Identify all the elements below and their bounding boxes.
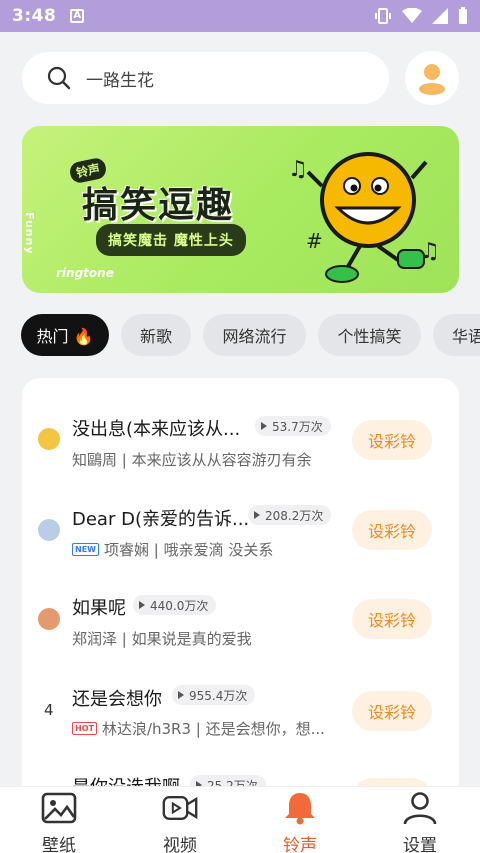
rank-number: 4 bbox=[44, 701, 54, 719]
banner-vertical-word: Funny bbox=[23, 212, 36, 255]
set-ringback-button[interactable]: 设彩铃 bbox=[352, 510, 432, 550]
tab-hot[interactable]: 热门 🔥 bbox=[21, 314, 109, 356]
set-ringback-button[interactable]: 设彩铃 bbox=[352, 599, 432, 639]
battery-icon bbox=[459, 7, 467, 24]
banner-headline: 搞笑逗趣 bbox=[82, 185, 235, 226]
play-count: 53.7万次 bbox=[255, 416, 331, 436]
silver-medal-icon bbox=[38, 519, 60, 541]
new-badge: NEW bbox=[72, 543, 99, 556]
banner-subtitle: 搞笑魔击 魔性上头 bbox=[96, 224, 246, 256]
nav-label: 铃声 bbox=[283, 836, 317, 853]
tab-funny[interactable]: 个性搞笑 bbox=[318, 314, 421, 356]
play-count: 440.0万次 bbox=[133, 595, 217, 615]
nav-video[interactable]: 视频 bbox=[135, 787, 225, 853]
search-icon bbox=[47, 66, 71, 90]
gold-medal-icon bbox=[38, 428, 60, 450]
nav-label: 视频 bbox=[163, 836, 197, 853]
ringtone-meta: 知鷗周 | 本来应该从从容容游刃有余 bbox=[72, 451, 312, 469]
bottom-nav: 壁纸 视频 铃声 设置 bbox=[0, 786, 480, 853]
ringtone-meta: NEW 项睿娴 | 哦亲爱滴 没关系 bbox=[72, 539, 273, 560]
promo-banner[interactable]: 铃声 搞笑逗趣 搞笑魔击 魔性上头 ringtone Funny ♫ # ♫ bbox=[22, 126, 459, 293]
ringtone-meta: HOT 林达浪/h3R3 | 还是会想你，想... bbox=[72, 718, 325, 739]
ringtone-title: 还是会想你 bbox=[72, 689, 162, 710]
play-count: 208.2万次 bbox=[248, 505, 332, 525]
nav-wallpaper[interactable]: 壁纸 bbox=[14, 787, 104, 853]
hot-badge: HOT bbox=[72, 722, 97, 735]
play-icon bbox=[254, 511, 260, 519]
search-bar[interactable]: 一路生花 bbox=[22, 52, 389, 104]
user-icon bbox=[403, 792, 437, 825]
wifi-icon bbox=[402, 8, 422, 23]
tab-chinese[interactable]: 华语 bbox=[433, 314, 480, 356]
signal-icon bbox=[432, 8, 448, 24]
status-icons bbox=[374, 7, 468, 25]
category-tabs: 热门 🔥 新歌 网络流行 个性搞笑 华语 bbox=[0, 314, 480, 358]
tab-internet-popular[interactable]: 网络流行 bbox=[203, 314, 306, 356]
svg-text:♫: ♫ bbox=[288, 157, 308, 182]
nav-label: 设置 bbox=[403, 836, 437, 853]
nav-label: 壁纸 bbox=[42, 836, 76, 853]
smiley-mascot-icon: ♫ # ♫ bbox=[288, 152, 440, 283]
play-icon bbox=[178, 691, 184, 699]
list-item[interactable]: Dear D(亲爱的告诉... 208.2万次 NEW 项睿娴 | 哦亲爱滴 没关… bbox=[22, 485, 459, 575]
ringtone-title: 没出息(本来应该从... bbox=[72, 419, 241, 440]
status-bar: 3:48 A bbox=[0, 0, 480, 32]
svg-text:#: # bbox=[306, 229, 323, 253]
list-item[interactable]: 如果呢 440.0万次 郑润泽 | 如果说是真的爱我 设彩铃 bbox=[22, 576, 459, 666]
search-input[interactable]: 一路生花 bbox=[86, 66, 154, 91]
list-item[interactable]: 没出息(本来应该从... 53.7万次 知鷗周 | 本来应该从从容容游刃有余 设… bbox=[22, 394, 459, 484]
ringtone-meta: 郑润泽 | 如果说是真的爱我 bbox=[72, 630, 252, 648]
notification-icon: A bbox=[70, 9, 85, 23]
image-icon bbox=[41, 792, 77, 824]
vibrate-icon bbox=[375, 8, 391, 24]
video-icon bbox=[162, 796, 198, 820]
bell-icon bbox=[285, 793, 315, 825]
ringtone-title: 如果呢 bbox=[72, 598, 126, 619]
play-count: 955.4万次 bbox=[172, 685, 256, 705]
bronze-medal-icon bbox=[38, 608, 60, 630]
set-ringback-button[interactable]: 设彩铃 bbox=[352, 420, 432, 460]
list-item[interactable]: 4 还是会想你 955.4万次 HOT 林达浪/h3R3 | 还是会想你，想...… bbox=[22, 667, 459, 757]
banner-ringtone-word: ringtone bbox=[56, 266, 114, 280]
ringtone-list: 没出息(本来应该从... 53.7万次 知鷗周 | 本来应该从从容容游刃有余 设… bbox=[22, 378, 459, 853]
play-icon bbox=[261, 422, 267, 430]
play-icon bbox=[139, 601, 145, 609]
tab-new-songs[interactable]: 新歌 bbox=[121, 314, 191, 356]
nav-ringtone[interactable]: 铃声 bbox=[255, 787, 345, 853]
avatar-icon bbox=[419, 64, 445, 95]
profile-avatar-button[interactable] bbox=[405, 51, 459, 105]
nav-settings[interactable]: 设置 bbox=[375, 787, 465, 853]
set-ringback-button[interactable]: 设彩铃 bbox=[352, 691, 432, 731]
ringtone-title: Dear D(亲爱的告诉... bbox=[72, 509, 250, 530]
status-time: 3:48 bbox=[12, 6, 57, 26]
